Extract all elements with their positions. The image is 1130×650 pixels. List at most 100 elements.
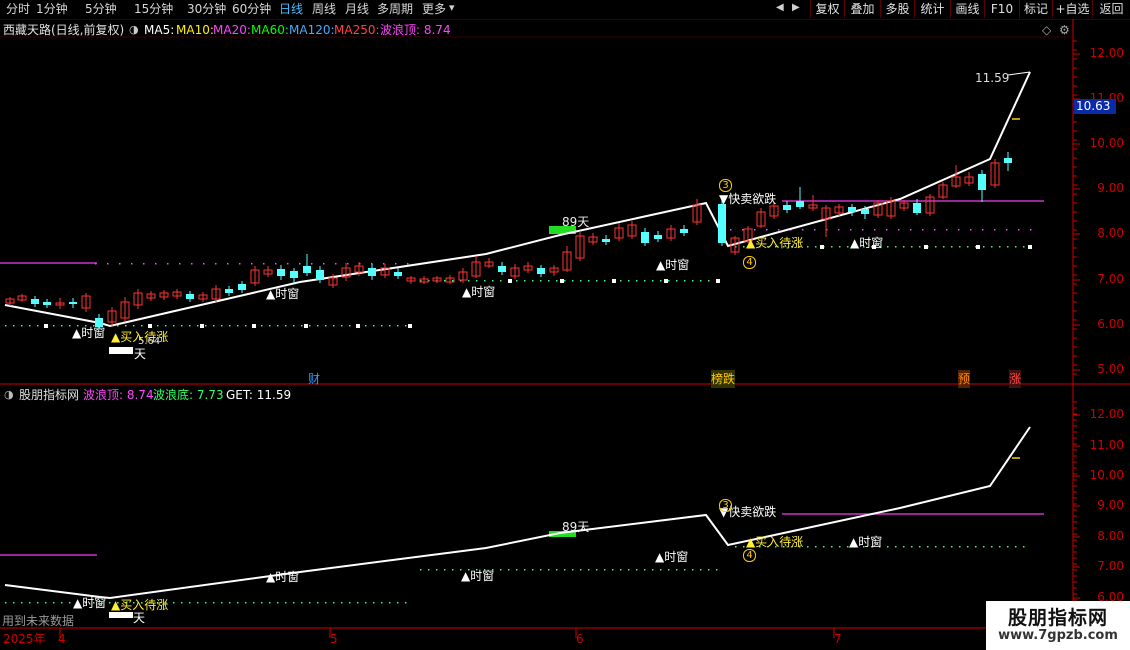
green-dot <box>325 325 327 327</box>
green-dot <box>405 325 407 327</box>
sub-green-dot <box>735 546 737 548</box>
sub-green-dot <box>652 569 654 571</box>
green-dot <box>943 246 945 248</box>
sub-green-dot <box>743 546 745 548</box>
green-dot <box>181 325 183 327</box>
green-dot <box>373 325 375 327</box>
green-dot <box>157 325 159 327</box>
candle-body-down <box>913 203 921 213</box>
ma250-label: MA250: <box>334 23 380 37</box>
candle-body-down <box>394 272 402 276</box>
sub-green-dot <box>668 569 670 571</box>
collapse-icon[interactable]: ◑ <box>129 21 139 39</box>
watermark-url: www.7gpzb.com <box>998 628 1118 643</box>
green-dot <box>205 325 207 327</box>
sub-green-dot <box>61 602 63 604</box>
ma5-label: MA5: <box>144 23 175 37</box>
sub-green-dot <box>839 546 841 548</box>
sub-green-dot <box>205 602 207 604</box>
candle-body-down <box>783 205 791 210</box>
sub-green-dot <box>269 602 271 604</box>
green-dot <box>620 280 622 282</box>
peak-leader-line <box>1007 71 1031 76</box>
green-dot <box>807 246 809 248</box>
green-dot <box>389 325 391 327</box>
sub-green-dot <box>524 569 526 571</box>
sub-green-dot <box>516 569 518 571</box>
sub-collapse-icon[interactable]: ◑ <box>4 386 14 404</box>
days-89-label: 89天 <box>562 215 590 229</box>
green-dot <box>13 325 15 327</box>
sub-green-dot <box>381 602 383 604</box>
time-window-marker: ▲时窗 <box>266 287 300 301</box>
green-dot <box>21 325 23 327</box>
purple-dot <box>778 229 780 231</box>
green-dot <box>847 246 849 248</box>
sub-green-dot <box>887 546 889 548</box>
purple-dot <box>335 263 337 265</box>
sub-low-days-label: 天 <box>133 611 146 625</box>
sub-green-dot <box>572 569 574 571</box>
sub-green-dot <box>373 602 375 604</box>
green-dot <box>999 246 1001 248</box>
sub-time-window-marker: ▲时窗 <box>73 596 107 610</box>
purple-dot <box>910 229 912 231</box>
time-axis-month: 6 <box>576 632 584 646</box>
green-dot <box>197 325 199 327</box>
sub-green-dot <box>181 602 183 604</box>
sub-green-dot <box>983 546 985 548</box>
green-dot <box>919 246 921 248</box>
time-window-marker: ▲时窗 <box>656 258 690 272</box>
sub-green-dot <box>37 602 39 604</box>
sell-signal-label: ▼快卖欲跌 <box>719 192 777 206</box>
green-dot <box>951 246 953 248</box>
white-square <box>304 324 308 328</box>
forecast-tag[interactable]: 预 <box>958 370 971 388</box>
finance-tag[interactable]: 财 <box>308 370 320 388</box>
white-square <box>356 324 360 328</box>
sub-green-dot <box>935 546 937 548</box>
sub-green-dot <box>29 602 31 604</box>
green-dot <box>660 280 662 282</box>
sub-green-dot <box>959 546 961 548</box>
sub-green-dot <box>540 569 542 571</box>
green-dot <box>548 280 550 282</box>
green-dot <box>596 280 598 282</box>
green-dot <box>309 325 311 327</box>
y-tick-label: 6.00 <box>1097 317 1124 331</box>
sub-y-tick-label: 9.00 <box>1097 498 1124 512</box>
sub-green-dot <box>684 569 686 571</box>
purple-dot <box>982 229 984 231</box>
peak-value-label: 11.59 <box>975 71 1010 85</box>
diamond-icon[interactable]: ◇ <box>1042 21 1051 39</box>
white-square <box>716 279 720 283</box>
y-tick-label: 12.00 <box>1089 46 1124 60</box>
rise-tag[interactable]: 涨 <box>1009 370 1022 388</box>
green-dot <box>213 325 215 327</box>
candle-body-down <box>69 302 77 304</box>
candle-body-down <box>602 239 610 242</box>
sub-green-dot <box>823 546 825 548</box>
sub-green-dot <box>333 602 335 604</box>
purple-dot <box>107 263 109 265</box>
green-dot <box>1007 246 1009 248</box>
sub-green-dot <box>197 602 199 604</box>
green-dot <box>903 246 905 248</box>
sub-green-dot <box>919 546 921 548</box>
purple-dot <box>119 263 121 265</box>
green-dot <box>333 325 335 327</box>
green-dot <box>317 325 319 327</box>
purple-dot <box>251 263 253 265</box>
purple-dot <box>886 229 888 231</box>
green-dot <box>644 280 646 282</box>
white-square <box>664 279 668 283</box>
green-dot <box>532 280 534 282</box>
rank-drop-tag[interactable]: 榜跌 <box>711 370 736 388</box>
kline-chart[interactable] <box>0 0 1130 650</box>
candle-body-down <box>641 232 649 243</box>
sub-time-window-marker: ▲时窗 <box>849 535 883 549</box>
wave-top-value: 波浪顶: 8.74 <box>83 388 154 402</box>
sub-time-window-marker: ▲时窗 <box>266 570 300 584</box>
chart-settings-icon[interactable]: ⚙ <box>1059 21 1070 39</box>
green-dot <box>991 246 993 248</box>
